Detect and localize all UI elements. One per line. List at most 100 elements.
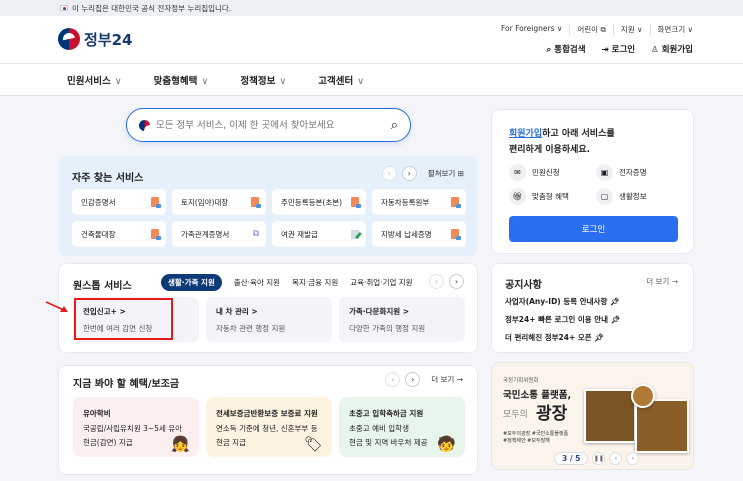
service-item[interactable]: 주민등록등본(초본) [272,189,366,215]
nav-custom-benefits[interactable]: 맞춤형혜택 ∨ [154,73,209,87]
support-link[interactable]: 지원 ∨ [612,24,643,35]
prev-button[interactable]: ‹ [609,452,623,465]
highlight-box [74,298,173,340]
card-desc: 국공립/사립유치원 3~5세 유아 [83,423,183,433]
next-button[interactable]: › [401,166,417,181]
service-item[interactable]: 가족관계증명서 ⧉ [172,221,266,247]
label: 정책정보 [240,75,276,87]
search-input[interactable] [156,119,385,131]
bookmark-icon: ▢ [596,188,613,205]
integrated-search-button[interactable]: ⌕ 통합검색 [547,43,586,55]
prev-button[interactable]: ‹ [381,166,397,181]
next-button[interactable]: › [449,274,464,289]
login-icon: ⇥ [601,45,612,55]
label: 여권 재발급 [281,229,318,239]
screen-size-link[interactable]: 화면크기 ∨ [649,24,693,35]
label: 생활정보 [619,192,647,201]
pin-icon: 📌︎ [609,297,620,306]
banner-tags: #정책제안 #모두말해 [503,438,550,444]
tab-education-jobs[interactable]: 교육·취업·기업 지원 [350,277,412,288]
label: 로그인 [611,45,636,55]
pin-icon: 📌︎ [610,315,621,324]
onestop-card[interactable]: 가족·다문화지원 > 다양한 가족의 행정 지원 [339,297,465,342]
notice-card: 공지사항 더 보기 → 사업자(Any-ID) 등록 안내사항 📌︎ 정부24+… [491,263,694,353]
nav-customer-center[interactable]: 고객센터 ∨ [318,73,364,87]
search-bar: ⌕ [126,108,411,142]
card-title: 초중고 입학축하금 지원 [349,409,424,418]
gov-emblem-icon [58,28,80,50]
service-item[interactable]: 인감증명서 [72,189,166,215]
benefit-card[interactable]: 유아학비 국공립/사립유치원 3~5세 유아 현금(감면) 지급 👧 [73,397,199,457]
onestop-card[interactable]: 내 차 관리 > 자동차 관련 행정 지원 [206,297,332,342]
kids-link[interactable]: 어린이 ⧉ [569,24,606,35]
more-link[interactable]: 더 보기 → [646,276,678,287]
label: 고객센터 [318,75,354,87]
for-foreigners-link[interactable]: For Foreigners ∨ [501,24,562,35]
label: 지방세 납세증명 [381,229,432,239]
signup-link[interactable]: 회원가입 [509,129,542,139]
expand-all-button[interactable]: 펼쳐보기 ⊞ [428,168,464,179]
search-icon[interactable]: ⌕ [391,118,398,133]
notice-item[interactable]: 더 편리해진 정부24+ 오픈 📌︎ [505,332,604,343]
feature-ecert: ▣ 전자증명 [596,164,647,181]
logo-text: 정부24 [84,30,133,49]
pause-button[interactable]: ❚❚ [592,452,606,465]
tab-life-family[interactable]: 생활·가족 지원 [161,274,222,291]
service-item[interactable]: 토지(임야)대장 [172,189,266,215]
signup-link[interactable]: ♙ 회원가입 [651,43,693,55]
card-title: 유아학비 [83,409,111,418]
label: 정부24+ 빠른 로그인 이용 안내 [505,315,609,324]
notice-item[interactable]: 사업자(Any-ID) 등록 안내사항 📌︎ [505,296,620,307]
benefit-card[interactable]: 초중고 입학축하금 지원 초중고 예비 입학생 현금 및 지역 바우처 제공 🧒 [339,397,465,457]
chevron-down-icon: ∨ [279,75,287,87]
magnifier-icon [631,384,655,408]
feature-civil: ✉ 민원신청 [509,164,560,181]
document-icon [151,197,161,208]
banner-illustration [584,389,636,443]
label: 민원신청 [532,168,560,177]
feature-benefits: 🎁︎ 맞춤형 혜택 [509,188,569,205]
next-button[interactable]: › [626,452,640,465]
service-item[interactable]: 자동차등록원부 [372,189,466,215]
label: 토지(임야)대장 [181,197,229,207]
prev-button[interactable]: ‹ [429,274,444,289]
header-actions: ⌕ 통합검색 ⇥ 로그인 ♙ 회원가입 [547,43,693,55]
grid-icon: ⊞ [457,169,464,178]
child-character-icon: 👧 [171,434,190,453]
label: 민원서비스 [67,75,111,87]
login-button[interactable]: 로그인 [509,216,678,242]
next-button[interactable]: › [405,372,421,387]
notice-item[interactable]: 정부24+ 빠른 로그인 이용 안내 📌︎ [505,314,620,325]
logo[interactable]: 정부24 [58,28,132,50]
label: 자동차등록원부 [381,197,430,207]
card-desc: 초중고 예비 입학생 [349,423,409,433]
label: 인감증명서 [81,197,116,207]
main-nav: 민원서비스 ∨ 맞춤형혜택 ∨ 정책정보 ∨ 고객센터 ∨ [0,63,743,96]
login-prompt: 편리하게 이용하세요. [509,145,591,155]
gov-notice-text: 이 누리집은 대한민국 공식 전자정부 누리집입니다. [72,3,232,13]
section-title: 원스톱 서비스 [73,281,132,292]
login-link[interactable]: ⇥ 로그인 [602,43,636,55]
nav-policy-info[interactable]: 정책정보 ∨ [240,73,286,87]
login-prompt: 하고 아래 서비스를 [542,129,615,139]
promo-banner[interactable]: 국정기획위원회 국민소통 플랫폼, 모두의 광장 #모두의광장 #국민소통플랫폼… [491,362,694,470]
section-title: 자주 찾는 서비스 [72,173,144,184]
mail-icon: ✉ [509,164,526,181]
more-link[interactable]: 더 보기 → [431,374,463,385]
banner-org: 국정기획위원회 [503,378,539,384]
tab-welfare-finance[interactable]: 복지·금융 지원 [292,277,338,288]
page-indicator: 3 / 5 [554,452,589,465]
service-item[interactable]: 여권 재발급 [272,221,366,247]
benefit-card[interactable]: 전세보증금반환보증 보증료 지원 연소득 기준에 청년, 신혼부부 등 현금 지급 🏷 [206,397,332,457]
card-title: 가족·다문화지원 > [349,307,410,316]
login-card: 회원가입하고 아래 서비스를편리하게 이용하세요. ✉ 민원신청 ▣ 전자증명 🎁︎… [491,109,694,254]
prev-button[interactable]: ‹ [385,372,401,387]
nav-civil-service[interactable]: 민원서비스 ∨ [67,73,122,87]
service-item[interactable]: 지방세 납세증명 [372,221,466,247]
benefits-section: 지금 봐야 할 혜택/보조금 ‹ › 더 보기 → 유아학비 국공립/사립유치원 3~… [58,365,478,475]
tab-birth-childcare[interactable]: 출산·육아 지원 [234,277,280,288]
service-item[interactable]: 건축물대장 [72,221,166,247]
user-add-icon: ♙ [651,45,662,55]
chevron-down-icon: ∨ [201,75,209,87]
label: 전자증명 [619,168,647,177]
